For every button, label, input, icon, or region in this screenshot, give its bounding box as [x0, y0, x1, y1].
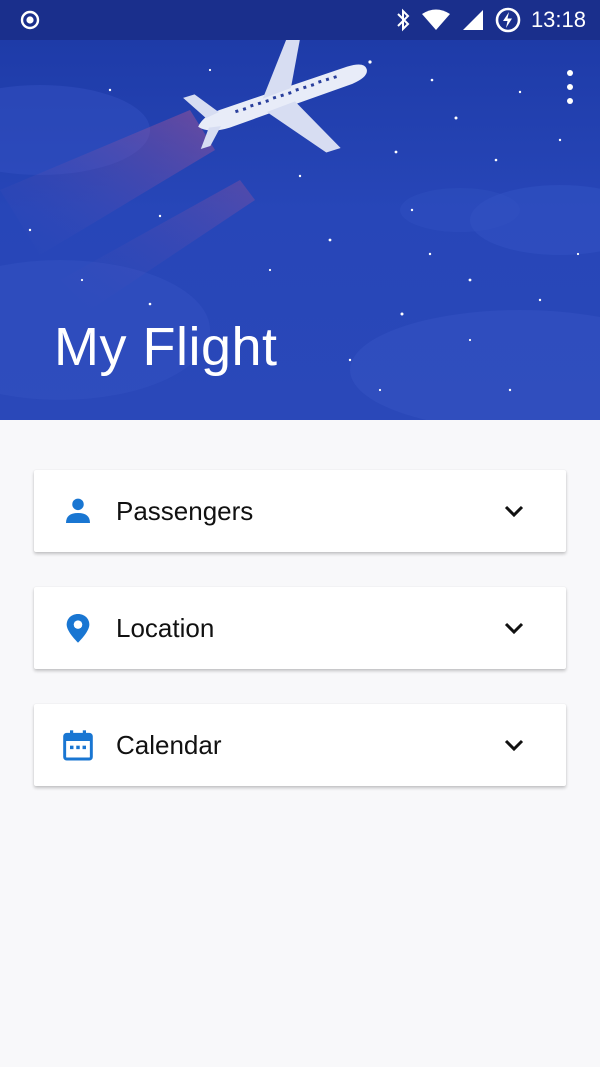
location-card[interactable]: Location	[34, 587, 566, 669]
passengers-card[interactable]: Passengers	[34, 470, 566, 552]
radio-icon	[20, 10, 40, 30]
chevron-down-icon[interactable]	[502, 616, 526, 640]
wifi-icon	[421, 9, 450, 30]
header-hero: My Flight	[0, 40, 600, 420]
more-vert-icon[interactable]	[562, 70, 578, 104]
calendar-icon	[63, 730, 93, 761]
location-label: Location	[116, 613, 215, 643]
calendar-card[interactable]: Calendar	[34, 704, 566, 786]
calendar-label: Calendar	[116, 730, 222, 760]
page-title: My Flight	[54, 317, 278, 377]
chevron-down-icon[interactable]	[502, 733, 526, 757]
passengers-label: Passengers	[116, 496, 254, 526]
battery-charging-icon	[495, 7, 521, 33]
bluetooth-icon	[397, 8, 410, 32]
chevron-down-icon[interactable]	[502, 499, 526, 523]
section-list: Passengers Location Calendar	[34, 470, 566, 821]
location-pin-icon	[66, 614, 90, 643]
status-time: 13:18	[530, 7, 586, 32]
status-bar: 13:18	[0, 0, 600, 40]
signal-icon	[462, 10, 483, 30]
person-icon	[66, 498, 90, 523]
